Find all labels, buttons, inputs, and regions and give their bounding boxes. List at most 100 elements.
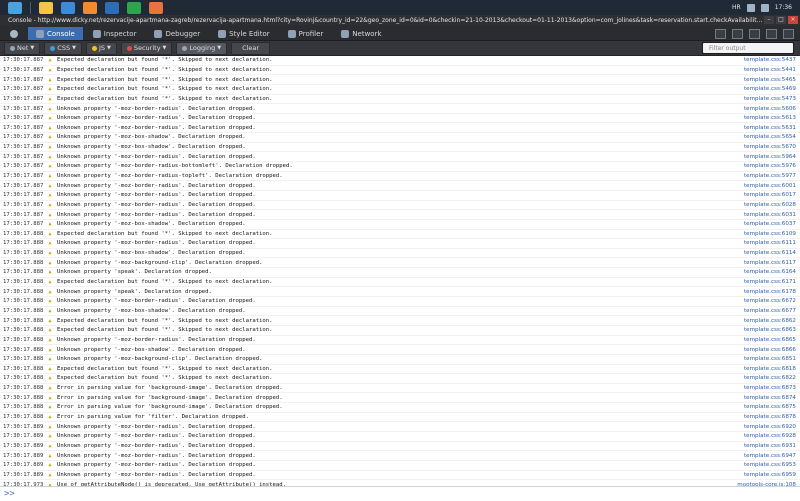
log-source-link[interactable]: template.css:6959 bbox=[726, 472, 800, 478]
log-source-link[interactable]: template.css:6865 bbox=[726, 337, 800, 343]
filter-output-input[interactable]: Filter output bbox=[702, 42, 794, 54]
console-output[interactable]: 17:30:17.887 ▲ Expected declaration but fo… bbox=[0, 56, 800, 486]
log-source-link[interactable]: template.css:5441 bbox=[726, 67, 800, 73]
log-source-link[interactable]: template.css:6953 bbox=[726, 462, 800, 468]
log-source-link[interactable]: template.css:6031 bbox=[726, 212, 800, 218]
locale-indicator[interactable]: HR bbox=[732, 4, 741, 11]
network-icon[interactable] bbox=[746, 3, 755, 12]
folder-icon[interactable] bbox=[39, 1, 53, 14]
log-source-link[interactable]: template.css:5465 bbox=[726, 77, 800, 83]
console-input[interactable] bbox=[14, 487, 800, 501]
clear-button[interactable]: Clear bbox=[231, 41, 271, 55]
log-source-link[interactable]: template.css:5473 bbox=[726, 96, 800, 102]
tab-network[interactable]: Network bbox=[333, 27, 389, 40]
taskbar-separator bbox=[30, 1, 31, 14]
log-source-link[interactable]: template.css:6818 bbox=[726, 366, 800, 372]
log-source-link[interactable]: template.css:5977 bbox=[726, 173, 800, 179]
log-source-link[interactable]: template.css:6920 bbox=[726, 424, 800, 430]
close-button[interactable]: × bbox=[788, 16, 798, 24]
log-source-link[interactable]: template.css:6874 bbox=[726, 395, 800, 401]
log-source-link[interactable]: template.css:6878 bbox=[726, 414, 800, 420]
tab-style-editor[interactable]: Style Editor bbox=[210, 27, 278, 40]
responsive-mode-button[interactable] bbox=[749, 28, 760, 39]
log-source-link[interactable]: template.css:5654 bbox=[726, 134, 800, 140]
log-source-link[interactable]: template.css:6822 bbox=[726, 375, 800, 381]
log-source-link[interactable]: template.css:5437 bbox=[726, 57, 800, 63]
gear-icon bbox=[10, 29, 18, 38]
log-source-link[interactable]: template.css:6672 bbox=[726, 298, 800, 304]
clock[interactable]: 17:36 bbox=[775, 4, 792, 11]
pick-element-button[interactable] bbox=[732, 28, 743, 39]
log-source-link[interactable]: template.css:5631 bbox=[726, 125, 800, 131]
log-source-link[interactable]: template.css:6111 bbox=[726, 240, 800, 246]
filter-security-button[interactable]: Security ▼ bbox=[120, 41, 173, 55]
net-dot-icon bbox=[10, 45, 15, 51]
filter-logging-button[interactable]: Logging ▼ bbox=[176, 41, 228, 55]
log-row: 17:30:17.889 ▲ Unknown property '-moz-bord… bbox=[0, 471, 800, 481]
log-row: 17:30:17.889 ▲ Unknown property '-moz-bord… bbox=[0, 461, 800, 471]
log-timestamp: 17:30:17.887 bbox=[3, 134, 44, 141]
chrome-icon[interactable] bbox=[127, 1, 141, 14]
log-row: 17:30:17.888 ▲ Unknown property '-moz-box-… bbox=[0, 345, 800, 355]
log-message: Unknown property '-moz-border-radius'. D… bbox=[57, 452, 256, 459]
maximize-button[interactable]: □ bbox=[776, 16, 786, 24]
filter-js-button[interactable]: JS ▼ bbox=[85, 41, 117, 55]
log-source-link[interactable]: template.css:6017 bbox=[726, 192, 800, 198]
word-icon[interactable] bbox=[105, 1, 119, 14]
explorer-icon[interactable] bbox=[61, 1, 75, 14]
log-message: Error in parsing value for 'filter'. Dec… bbox=[57, 414, 249, 421]
log-timestamp: 17:30:17.888 bbox=[3, 336, 44, 343]
media-icon[interactable] bbox=[83, 1, 97, 14]
log-source-link[interactable]: template.css:6171 bbox=[726, 279, 800, 285]
log-source-link[interactable]: template.css:6117 bbox=[726, 260, 800, 266]
dock-side-button[interactable] bbox=[715, 28, 726, 39]
security-dot-icon bbox=[126, 45, 132, 51]
log-source-link[interactable]: template.css:6862 bbox=[726, 318, 800, 324]
log-source-link[interactable]: template.css:6028 bbox=[726, 202, 800, 208]
log-source-link[interactable]: template.css:6863 bbox=[726, 327, 800, 333]
log-source-link[interactable]: template.css:6931 bbox=[726, 443, 800, 449]
log-source-link[interactable]: template.css:6866 bbox=[726, 347, 800, 353]
log-source-link[interactable]: template.css:5976 bbox=[726, 163, 800, 169]
warning-icon: ▲ bbox=[48, 452, 52, 459]
log-source-link[interactable]: template.css:6001 bbox=[726, 183, 800, 189]
log-timestamp: 17:30:17.888 bbox=[3, 240, 44, 247]
tab-debugger[interactable]: Debugger bbox=[146, 27, 208, 40]
log-source-link[interactable]: template.css:5606 bbox=[726, 106, 800, 112]
style-editor-icon bbox=[218, 29, 227, 38]
log-source-link[interactable]: template.css:6037 bbox=[726, 221, 800, 227]
minimize-button[interactable]: – bbox=[764, 16, 774, 24]
scratchpad-button[interactable] bbox=[766, 28, 777, 39]
log-source-link[interactable]: template.css:6109 bbox=[726, 231, 800, 237]
log-source-link[interactable]: template.css:6928 bbox=[726, 433, 800, 439]
volume-icon[interactable] bbox=[760, 3, 769, 12]
log-source-link[interactable]: template.css:5964 bbox=[726, 154, 800, 160]
log-source-link[interactable]: template.css:6114 bbox=[726, 250, 800, 256]
filter-net-button[interactable]: Net ▼ bbox=[4, 41, 41, 55]
log-row: 17:30:17.887 ▲ Unknown property '-moz-box-… bbox=[0, 220, 800, 230]
filter-css-button[interactable]: CSS ▼ bbox=[44, 41, 82, 55]
log-source-link[interactable]: template.css:6875 bbox=[726, 404, 800, 410]
log-timestamp: 17:30:17.888 bbox=[3, 230, 44, 237]
log-source-link[interactable]: template.css:5613 bbox=[726, 115, 800, 121]
log-row: 17:30:17.888 ▲ Unknown property '-moz-box-… bbox=[0, 249, 800, 259]
network-icon bbox=[341, 29, 350, 38]
close-devtools-button[interactable] bbox=[783, 28, 794, 39]
log-source-link[interactable]: template.css:6677 bbox=[726, 308, 800, 314]
toolbox-options-button[interactable] bbox=[2, 27, 26, 40]
log-source-link[interactable]: template.css:6178 bbox=[726, 289, 800, 295]
log-timestamp: 17:30:17.889 bbox=[3, 471, 44, 478]
start-icon[interactable] bbox=[8, 1, 22, 14]
log-message: Unknown property 'speak'. Declaration dr… bbox=[57, 288, 212, 295]
log-source-link[interactable]: template.css:6851 bbox=[726, 356, 800, 362]
tab-inspector[interactable]: Inspector bbox=[85, 27, 145, 40]
log-source-link[interactable]: template.css:6873 bbox=[726, 385, 800, 391]
log-source-link[interactable]: template.css:5670 bbox=[726, 144, 800, 150]
log-source-link[interactable]: template.css:6947 bbox=[726, 453, 800, 459]
log-source-link[interactable]: template.css:5469 bbox=[726, 86, 800, 92]
log-row: 17:30:17.887 ▲ Unknown property '-moz-bord… bbox=[0, 162, 800, 172]
tab-console[interactable]: Console bbox=[28, 27, 83, 40]
log-source-link[interactable]: template.css:6164 bbox=[726, 269, 800, 275]
tab-profiler[interactable]: Profiler bbox=[280, 27, 332, 40]
firefox-icon[interactable] bbox=[149, 1, 163, 14]
